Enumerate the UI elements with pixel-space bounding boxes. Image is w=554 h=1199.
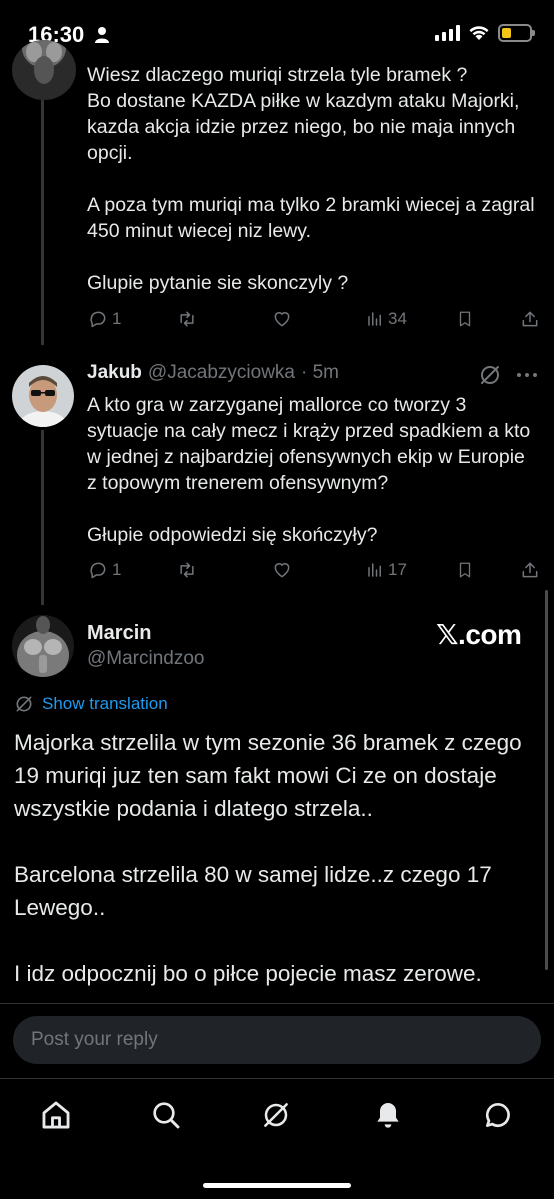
- views-button[interactable]: 17: [366, 560, 407, 580]
- grok-icon[interactable]: [478, 363, 502, 387]
- like-button[interactable]: [272, 309, 292, 329]
- person-icon: [95, 27, 109, 43]
- status-right: [435, 24, 535, 42]
- tweet-header: Jakub @Jacabzyciowka · 5m: [87, 362, 339, 384]
- reply-button[interactable]: 1: [88, 309, 121, 329]
- notifications-icon: [377, 1103, 399, 1128]
- bookmark-button[interactable]: [456, 309, 474, 329]
- wifi-icon: [469, 26, 489, 40]
- tab-search[interactable]: [148, 1097, 184, 1133]
- like-button[interactable]: [272, 560, 292, 580]
- reply-count: 1: [112, 309, 122, 328]
- thread-line: [41, 100, 44, 345]
- tab-bar: [0, 1078, 554, 1199]
- reply-button[interactable]: 1: [88, 560, 121, 580]
- home-indicator: [203, 1183, 351, 1188]
- author-name[interactable]: Marcin: [87, 622, 151, 645]
- status-bar: 16:30: [0, 0, 554, 62]
- repost-button[interactable]: [176, 309, 198, 329]
- repost-icon: [180, 311, 194, 327]
- home-icon: [42, 1101, 70, 1129]
- tab-messages[interactable]: [480, 1097, 516, 1133]
- views-icon: [368, 563, 381, 577]
- bookmark-icon: [459, 562, 471, 578]
- bookmark-icon: [459, 311, 471, 327]
- cellular-signal-icon: [435, 25, 460, 41]
- views-count: 17: [388, 560, 407, 579]
- avatar[interactable]: [12, 40, 76, 100]
- views-button[interactable]: 34: [366, 309, 407, 329]
- avatar[interactable]: [12, 365, 74, 427]
- views-icon: [368, 312, 381, 326]
- tweet-text: Wiesz dlaczego muriqi strzela tyle brame…: [87, 64, 535, 294]
- thread-line: [41, 430, 44, 605]
- grok-icon: [16, 696, 32, 712]
- tweet-text: Majorka strzelila w tym sezonie 36 brame…: [14, 730, 522, 986]
- share-icon: [522, 562, 538, 578]
- reply-count: 1: [112, 560, 122, 579]
- views-count: 34: [388, 309, 407, 328]
- avatar[interactable]: [12, 615, 74, 677]
- scrollbar[interactable]: [545, 590, 548, 970]
- tab-notifications[interactable]: [370, 1097, 406, 1133]
- avatar-image: [12, 615, 74, 677]
- share-button[interactable]: [520, 560, 540, 580]
- reply-placeholder: Post your reply: [31, 1029, 158, 1050]
- reply-icon: [90, 562, 106, 579]
- battery-icon: [498, 24, 535, 42]
- show-translation-button[interactable]: Show translation: [14, 694, 168, 714]
- reply-input[interactable]: Post your reply: [13, 1016, 541, 1064]
- share-icon: [522, 311, 538, 327]
- author-handle[interactable]: @Marcindzoo: [87, 648, 205, 670]
- show-translation-label: Show translation: [42, 694, 168, 713]
- tab-home[interactable]: [38, 1097, 74, 1133]
- heart-icon: [274, 563, 290, 578]
- tab-grok[interactable]: [258, 1097, 294, 1133]
- avatar-image: [12, 365, 74, 427]
- author-name[interactable]: Jakub: [87, 362, 142, 384]
- tweet-text: A kto gra w zarzyganej mallorce co tworz…: [87, 394, 531, 546]
- heart-icon: [274, 312, 290, 327]
- watermark: 𝕏.com: [436, 619, 522, 650]
- bookmark-button[interactable]: [456, 560, 474, 580]
- repost-icon: [180, 562, 194, 578]
- reply-icon: [90, 311, 106, 328]
- search-icon: [153, 1102, 180, 1129]
- author-handle[interactable]: @Jacabzyciowka: [148, 362, 295, 384]
- share-button[interactable]: [520, 309, 540, 329]
- avatar-image: [12, 40, 76, 100]
- messages-icon: [485, 1102, 510, 1127]
- repost-button[interactable]: [176, 560, 198, 580]
- tweet-time[interactable]: · 5m: [301, 362, 339, 384]
- more-icon[interactable]: [515, 366, 539, 384]
- grok-icon: [264, 1103, 288, 1127]
- divider: [0, 1003, 554, 1004]
